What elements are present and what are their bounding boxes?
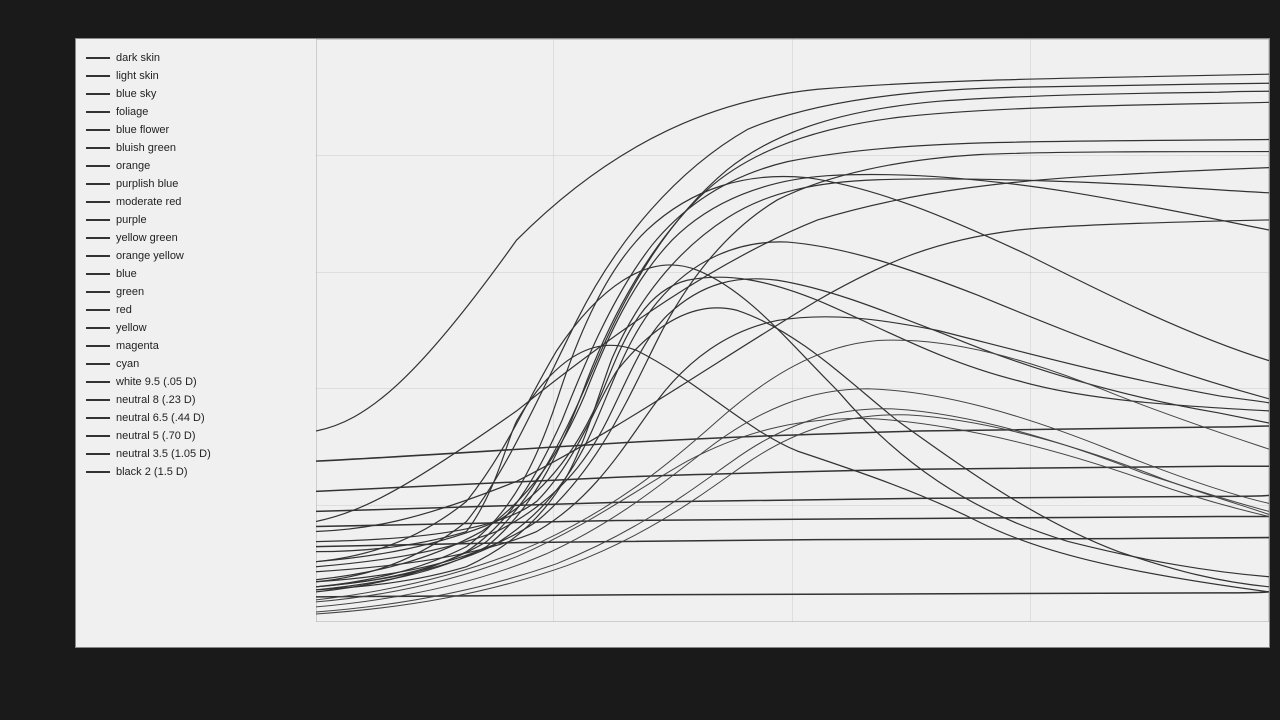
legend-line-19 <box>86 399 110 401</box>
legend-label-10: yellow green <box>116 232 178 244</box>
legend-item-19: neutral 8 (.23 D) <box>86 391 306 409</box>
chart-container: dark skin light skin blue sky foliage bl… <box>75 38 1270 648</box>
legend-line-23 <box>86 471 110 473</box>
legend-label-22: neutral 3.5 (1.05 D) <box>116 448 211 460</box>
legend-line-7 <box>86 183 110 185</box>
legend-item-18: white 9.5 (.05 D) <box>86 373 306 391</box>
legend-label-13: green <box>116 286 144 298</box>
legend-label-2: blue sky <box>116 88 156 100</box>
legend-label-9: purple <box>116 214 147 226</box>
legend-item-17: cyan <box>86 355 306 373</box>
legend-item-16: magenta <box>86 337 306 355</box>
legend-line-0 <box>86 57 110 59</box>
legend-item-5: bluish green <box>86 139 306 157</box>
legend-line-21 <box>86 435 110 437</box>
legend-item-8: moderate red <box>86 193 306 211</box>
legend-item-20: neutral 6.5 (.44 D) <box>86 409 306 427</box>
legend-line-17 <box>86 363 110 365</box>
legend-label-20: neutral 6.5 (.44 D) <box>116 412 205 424</box>
legend-line-18 <box>86 381 110 383</box>
legend-label-17: cyan <box>116 358 139 370</box>
legend-label-4: blue flower <box>116 124 169 136</box>
legend-line-8 <box>86 201 110 203</box>
legend-line-20 <box>86 417 110 419</box>
legend-label-19: neutral 8 (.23 D) <box>116 394 195 406</box>
legend-label-5: bluish green <box>116 142 176 154</box>
legend-line-2 <box>86 93 110 95</box>
legend-item-14: red <box>86 301 306 319</box>
legend-label-8: moderate red <box>116 196 181 208</box>
legend-line-9 <box>86 219 110 221</box>
legend-line-22 <box>86 453 110 455</box>
legend-item-11: orange yellow <box>86 247 306 265</box>
legend-line-15 <box>86 327 110 329</box>
legend-label-21: neutral 5 (.70 D) <box>116 430 195 442</box>
legend-line-13 <box>86 291 110 293</box>
legend-label-3: foliage <box>116 106 148 118</box>
legend-item-21: neutral 5 (.70 D) <box>86 427 306 445</box>
legend-item-23: black 2 (1.5 D) <box>86 463 306 481</box>
legend-item-9: purple <box>86 211 306 229</box>
legend-item-15: yellow <box>86 319 306 337</box>
legend-item-22: neutral 3.5 (1.05 D) <box>86 445 306 463</box>
legend-item-7: purplish blue <box>86 175 306 193</box>
legend-label-16: magenta <box>116 340 159 352</box>
legend-label-23: black 2 (1.5 D) <box>116 466 188 478</box>
legend-line-11 <box>86 255 110 257</box>
legend-item-2: blue sky <box>86 85 306 103</box>
legend-item-10: yellow green <box>86 229 306 247</box>
legend-line-6 <box>86 165 110 167</box>
legend-line-16 <box>86 345 110 347</box>
legend-line-5 <box>86 147 110 149</box>
legend-label-7: purplish blue <box>116 178 178 190</box>
legend-line-14 <box>86 309 110 311</box>
legend-line-3 <box>86 111 110 113</box>
legend-item-3: foliage <box>86 103 306 121</box>
legend-item-1: light skin <box>86 67 306 85</box>
legend-line-1 <box>86 75 110 77</box>
legend-label-18: white 9.5 (.05 D) <box>116 376 197 388</box>
legend-item-12: blue <box>86 265 306 283</box>
legend-item-13: green <box>86 283 306 301</box>
legend-label-1: light skin <box>116 70 159 82</box>
legend-line-4 <box>86 129 110 131</box>
legend: dark skin light skin blue sky foliage bl… <box>86 49 306 481</box>
legend-item-0: dark skin <box>86 49 306 67</box>
legend-item-4: blue flower <box>86 121 306 139</box>
legend-label-0: dark skin <box>116 52 160 64</box>
legend-item-6: orange <box>86 157 306 175</box>
legend-label-11: orange yellow <box>116 250 184 262</box>
spectral-chart: 380 480 580 680 780 <box>316 39 1269 622</box>
legend-label-15: yellow <box>116 322 147 334</box>
legend-label-14: red <box>116 304 132 316</box>
legend-line-12 <box>86 273 110 275</box>
legend-label-6: orange <box>116 160 150 172</box>
legend-label-12: blue <box>116 268 137 280</box>
legend-line-10 <box>86 237 110 239</box>
